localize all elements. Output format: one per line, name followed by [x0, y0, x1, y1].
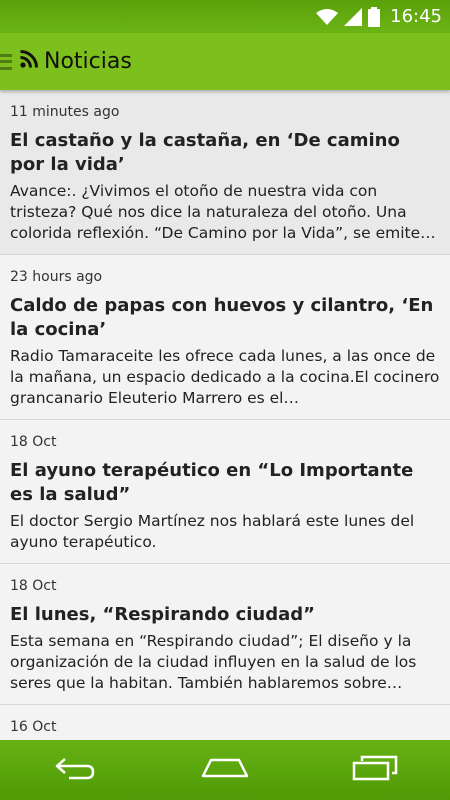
rss-icon[interactable]	[20, 50, 38, 73]
news-date: 16 Oct	[10, 719, 57, 735]
recents-button[interactable]	[345, 750, 405, 790]
news-item[interactable]: 11 minutes ago El castaño y la castaña, …	[0, 90, 450, 255]
news-date: 18 Oct	[10, 578, 57, 594]
battery-icon	[368, 6, 381, 27]
page-title[interactable]: Noticias	[44, 49, 132, 74]
news-item[interactable]: 18 Oct El ayuno terapéutico en “Lo Impor…	[0, 420, 450, 564]
home-icon	[201, 756, 249, 785]
news-title: El castaño y la castaña, en ‘De camino p…	[10, 130, 400, 175]
navigation-bar	[0, 740, 450, 800]
news-title: Caldo de papas con huevos y cilantro, ‘E…	[10, 295, 434, 340]
news-summary: Avance:. ¿Vivimos el otoño de nuestra vi…	[10, 182, 436, 242]
wifi-icon	[316, 8, 339, 26]
status-time: 16:45	[390, 6, 442, 27]
news-summary: Radio Tamaraceite les ofrece cada lunes,…	[10, 347, 440, 407]
signal-icon	[344, 7, 363, 26]
news-summary: Esta semana en “Respirando ciudad”; El d…	[10, 632, 417, 692]
home-button[interactable]	[195, 750, 255, 790]
status-bar: 16:45	[0, 0, 450, 33]
news-date: 23 hours ago	[10, 269, 103, 285]
news-list[interactable]: 11 minutes ago El castaño y la castaña, …	[0, 90, 450, 740]
back-icon	[53, 756, 97, 785]
drawer-icon[interactable]	[0, 52, 12, 72]
news-title: El ayuno terapéutico en “Lo Importante e…	[10, 460, 414, 505]
action-bar: Noticias	[0, 33, 450, 90]
news-item[interactable]: 18 Oct El lunes, “Respirando ciudad” Est…	[0, 564, 450, 705]
back-button[interactable]	[45, 750, 105, 790]
news-item[interactable]: 16 Oct	[0, 705, 450, 740]
news-date: 11 minutes ago	[10, 104, 120, 120]
news-date: 18 Oct	[10, 434, 57, 450]
news-summary: El doctor Sergio Martínez nos hablará es…	[10, 512, 415, 551]
recents-icon	[352, 755, 398, 786]
news-item[interactable]: 23 hours ago Caldo de papas con huevos y…	[0, 255, 450, 420]
news-title: El lunes, “Respirando ciudad”	[10, 604, 315, 625]
